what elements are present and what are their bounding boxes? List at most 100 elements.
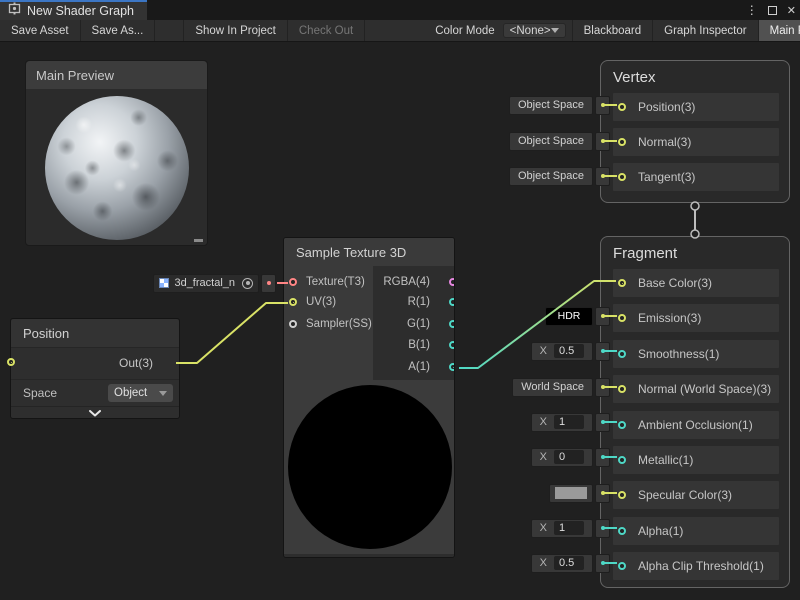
row-label: Alpha Clip Threshold(1) xyxy=(638,559,764,573)
normal-ws-port[interactable] xyxy=(618,385,626,393)
position-port[interactable] xyxy=(618,103,626,111)
input-label: Texture(T3) xyxy=(306,276,365,288)
x-value-field[interactable]: X1 xyxy=(531,413,593,432)
color-mode-dropdown[interactable]: <None> xyxy=(503,23,566,38)
main-preview-window[interactable]: Main Preview xyxy=(25,60,208,246)
graph-canvas[interactable]: Main Preview Vertex Position(3) Normal(3… xyxy=(0,42,800,600)
x-value-field[interactable]: X1 xyxy=(531,519,593,538)
smoothness-port[interactable] xyxy=(618,350,626,358)
ambient-occlusion-port[interactable] xyxy=(618,421,626,429)
base-color-port[interactable] xyxy=(618,279,626,287)
input-label: Sampler(SS) xyxy=(306,318,372,330)
toolbar-spacer xyxy=(155,20,183,41)
texture-object-field[interactable]: 3d_fractal_n xyxy=(153,274,259,293)
normal-port[interactable] xyxy=(618,138,626,146)
row-label: Alpha(1) xyxy=(638,524,683,538)
graph-inspector-toggle-button[interactable]: Graph Inspector xyxy=(653,20,758,41)
alpha-clip-threshold-value-chip[interactable]: X0.5 xyxy=(531,553,610,573)
texture-input-port[interactable] xyxy=(289,278,297,286)
smoothness-value-chip[interactable]: X0.5 xyxy=(531,341,610,361)
value-input[interactable]: 0 xyxy=(554,450,584,464)
menu-kebab-icon[interactable]: ⋮ xyxy=(746,3,758,17)
value-input[interactable]: 1 xyxy=(554,415,584,429)
specular-color-chip[interactable] xyxy=(549,483,610,503)
value-input[interactable]: 0.5 xyxy=(554,344,584,358)
chevron-down-icon xyxy=(159,391,167,396)
b-output-port[interactable] xyxy=(449,341,455,349)
stack-connector-top xyxy=(691,202,699,210)
toolbar: Save Asset Save As... Show In Project Ch… xyxy=(0,20,800,42)
position-space-chip[interactable]: Object Space xyxy=(509,95,610,115)
object-picker-icon[interactable] xyxy=(242,278,253,289)
tangent-space-chip[interactable]: Object Space xyxy=(509,166,610,186)
metallic-value-chip[interactable]: X0 xyxy=(531,447,610,467)
node-expander[interactable] xyxy=(11,406,179,419)
sample-texture-3d-header[interactable]: Sample Texture 3D xyxy=(284,238,454,266)
chip-connector-dot xyxy=(595,96,610,115)
blackboard-toggle-button[interactable]: Blackboard xyxy=(572,20,654,41)
color-swatch[interactable] xyxy=(549,484,593,503)
tangent-port[interactable] xyxy=(618,173,626,181)
position-header[interactable]: Position xyxy=(11,319,179,347)
fragment-row-ambient-occlusion: Ambient Occlusion(1) xyxy=(613,411,779,439)
chip-label: Object Space xyxy=(509,96,593,115)
normal-space-chip[interactable]: Object Space xyxy=(509,131,610,151)
fragment-row-alpha: Alpha(1) xyxy=(613,517,779,545)
position-node[interactable]: Position Out(3) Space Object xyxy=(10,318,180,419)
vertex-title: Vertex xyxy=(613,69,779,86)
uv-input-port[interactable] xyxy=(289,298,297,306)
normal-space-chip[interactable]: World Space xyxy=(512,377,610,397)
alpha-value-chip[interactable]: X1 xyxy=(531,518,610,538)
main-preview-header[interactable]: Main Preview xyxy=(26,61,207,89)
ambient-occlusion-value-chip[interactable]: X1 xyxy=(531,412,610,432)
fragment-title: Fragment xyxy=(613,245,779,262)
show-in-project-button[interactable]: Show In Project xyxy=(183,20,288,41)
vertex-node[interactable]: Vertex Position(3) Normal(3) Tangent(3) xyxy=(600,60,790,203)
main-preview-toggle-button[interactable]: Main Preview xyxy=(759,20,800,41)
preview-sphere[interactable] xyxy=(45,96,189,240)
maximize-icon[interactable] xyxy=(768,6,777,15)
node-preview[interactable] xyxy=(284,380,454,554)
alpha-port[interactable] xyxy=(618,527,626,535)
fragment-row-metallic: Metallic(1) xyxy=(613,446,779,474)
g-output-port[interactable] xyxy=(449,320,455,328)
edge-position-to-uv xyxy=(176,303,288,363)
row-label: Smoothness(1) xyxy=(638,347,719,361)
rgba-output-port[interactable] xyxy=(449,278,455,286)
value-input[interactable]: 1 xyxy=(554,521,584,535)
r-output-port[interactable] xyxy=(449,298,455,306)
save-as-button[interactable]: Save As... xyxy=(81,20,156,41)
emission-port[interactable] xyxy=(618,314,626,322)
sampler-input-port[interactable] xyxy=(289,320,297,328)
x-label: X xyxy=(540,416,547,428)
tab-new-shader-graph[interactable]: New Shader Graph xyxy=(0,0,147,20)
emission-hdr-chip[interactable]: HDR xyxy=(545,306,610,326)
space-dropdown[interactable]: Object xyxy=(108,384,173,402)
texture-asset-chip[interactable]: 3d_fractal_n xyxy=(153,273,276,293)
close-icon[interactable]: ✕ xyxy=(787,4,796,17)
resize-handle[interactable] xyxy=(194,239,203,242)
row-label: Ambient Occlusion(1) xyxy=(638,418,753,432)
output-label: RGBA(4) xyxy=(383,276,430,288)
chip-connector-dot xyxy=(595,554,610,573)
alpha-clip-threshold-port[interactable] xyxy=(618,562,626,570)
specular-color-port[interactable] xyxy=(618,491,626,499)
main-preview-title: Main Preview xyxy=(36,68,114,83)
fragment-row-specular-color: Specular Color(3) xyxy=(613,481,779,509)
x-value-field[interactable]: X0 xyxy=(531,448,593,467)
a-output-port[interactable] xyxy=(449,363,455,371)
texture-3d-icon xyxy=(159,278,169,288)
chip-connector-dot xyxy=(595,378,610,397)
fragment-node[interactable]: Fragment Base Color(3) Emission(3) Smoot… xyxy=(600,236,790,588)
sample-texture-3d-node[interactable]: Sample Texture 3D Texture(T3) UV(3) Samp… xyxy=(283,237,455,558)
value-input[interactable]: 0.5 xyxy=(554,556,584,570)
toolbar-spacer xyxy=(365,20,427,41)
row-label: Tangent(3) xyxy=(638,170,695,184)
x-value-field[interactable]: X0.5 xyxy=(531,342,593,361)
chevron-down-icon xyxy=(551,28,559,33)
metallic-port[interactable] xyxy=(618,456,626,464)
save-asset-button[interactable]: Save Asset xyxy=(0,20,81,41)
vertex-rows: Position(3) Normal(3) Tangent(3) xyxy=(613,93,779,191)
x-value-field[interactable]: X0.5 xyxy=(531,554,593,573)
out-port[interactable] xyxy=(7,358,15,366)
